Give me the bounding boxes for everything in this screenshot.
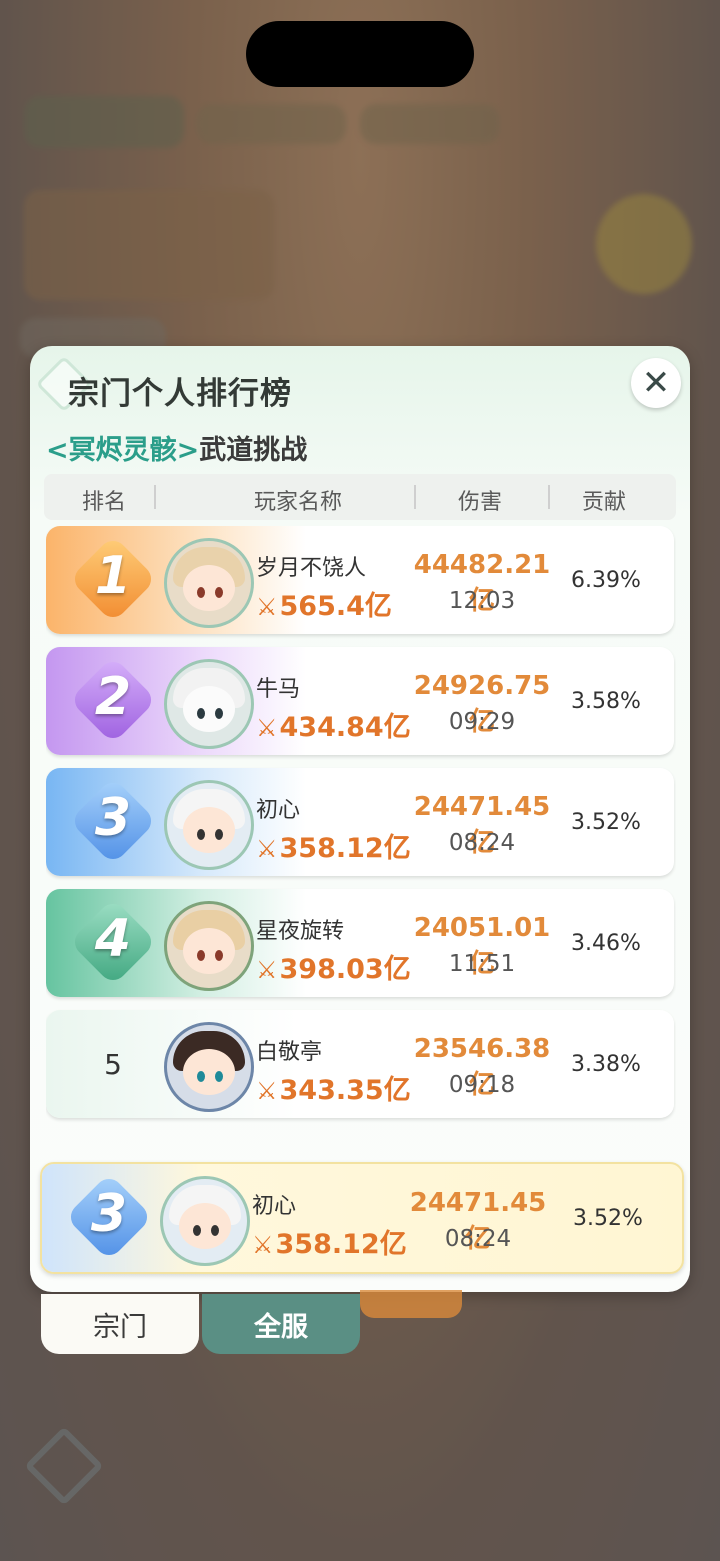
crossed-swords-icon: ⚔ [256,956,278,984]
header-contribution: 贡献 [582,490,627,515]
player-name: 牛马 [256,677,301,702]
table-row[interactable]: 4 星夜旋转 ⚔398.03亿 24051.01亿 11:51 3.46% [46,889,674,997]
battle-time: 09:29 [448,709,516,735]
table-row[interactable]: 2 牛马 ⚔434.84亿 24926.75亿 09:29 3.58% [46,647,674,755]
rank-number: 2 [94,667,132,727]
player-name: 星夜旋转 [256,919,345,944]
my-rank-row[interactable]: 3 初心 ⚔358.12亿 24471.45亿 08:24 3.52% [40,1162,684,1274]
power-value: ⚔343.35亿 [256,1075,411,1106]
contribution-value: 3.58% [571,689,641,714]
contribution-value: 3.46% [571,931,641,956]
my-player-name: 初心 [252,1194,297,1219]
my-rank-number: 3 [90,1184,128,1244]
header-player-name: 玩家名称 [254,490,343,515]
my-contribution-value: 3.52% [573,1206,643,1231]
table-row[interactable]: 3 初心 ⚔358.12亿 24471.45亿 08:24 3.52% [46,768,674,876]
crossed-swords-icon: ⚔ [256,714,278,742]
contribution-value: 6.39% [571,568,641,593]
my-battle-time: 08:24 [444,1226,512,1252]
player-name: 初心 [256,798,301,823]
contribution-value: 3.38% [571,1052,641,1077]
power-value: ⚔565.4亿 [256,591,392,622]
rank-number: 4 [94,909,132,969]
contribution-value: 3.52% [571,810,641,835]
crossed-swords-icon: ⚔ [252,1231,274,1259]
crossed-swords-icon: ⚔ [256,593,278,621]
rank-number: 3 [94,788,132,848]
battle-time: 11:51 [448,951,516,977]
my-avatar[interactable] [160,1176,250,1266]
rank-number: 5 [104,1048,122,1081]
close-button[interactable]: ✕ [631,358,681,408]
tab-all-server[interactable]: 全服 [202,1294,360,1354]
tab-sect[interactable]: 宗门 [41,1294,199,1354]
panel-title: 宗门个人排行榜 [68,376,292,412]
power-value: ⚔398.03亿 [256,954,411,985]
table-row[interactable]: 1 岁月不饶人 ⚔565.4亿 44482.21亿 12:03 6.39% [46,526,674,634]
table-header: 排名 玩家名称 伤害 贡献 [44,474,676,520]
ranking-list[interactable]: 1 岁月不饶人 ⚔565.4亿 44482.21亿 12:03 6.39% 2 … [46,526,676,1130]
battle-time: 09:18 [448,1072,516,1098]
avatar[interactable] [164,1022,254,1112]
avatar[interactable] [164,659,254,749]
sect-ranking-panel: 宗门个人排行榜 <冥烬灵骸>武道挑战 ✕ 排名 玩家名称 伤害 贡献 1 岁月不… [30,346,690,1292]
rank-number: 1 [94,546,132,606]
crossed-swords-icon: ⚔ [256,835,278,863]
my-power-value: ⚔358.12亿 [252,1229,407,1260]
header-rank: 排名 [82,490,127,515]
battle-time: 08:24 [448,830,516,856]
power-value: ⚔358.12亿 [256,833,411,864]
avatar[interactable] [164,901,254,991]
player-name: 岁月不饶人 [256,556,367,581]
event-name: <冥烬灵骸> [46,435,200,466]
camera-notch [246,21,474,87]
mode-name: 武道挑战 [199,435,308,466]
header-damage: 伤害 [458,490,503,515]
battle-time: 12:03 [448,588,516,614]
background-button [360,1290,462,1318]
avatar[interactable] [164,780,254,870]
table-row[interactable]: 5 白敬亭 ⚔343.35亿 23546.38亿 09:18 3.38% [46,1010,674,1118]
player-name: 白敬亭 [256,1040,323,1065]
close-icon: ✕ [641,363,671,403]
power-value: ⚔434.84亿 [256,712,411,743]
panel-subtitle: <冥烬灵骸>武道挑战 [46,428,307,467]
crossed-swords-icon: ⚔ [256,1077,278,1105]
avatar[interactable] [164,538,254,628]
